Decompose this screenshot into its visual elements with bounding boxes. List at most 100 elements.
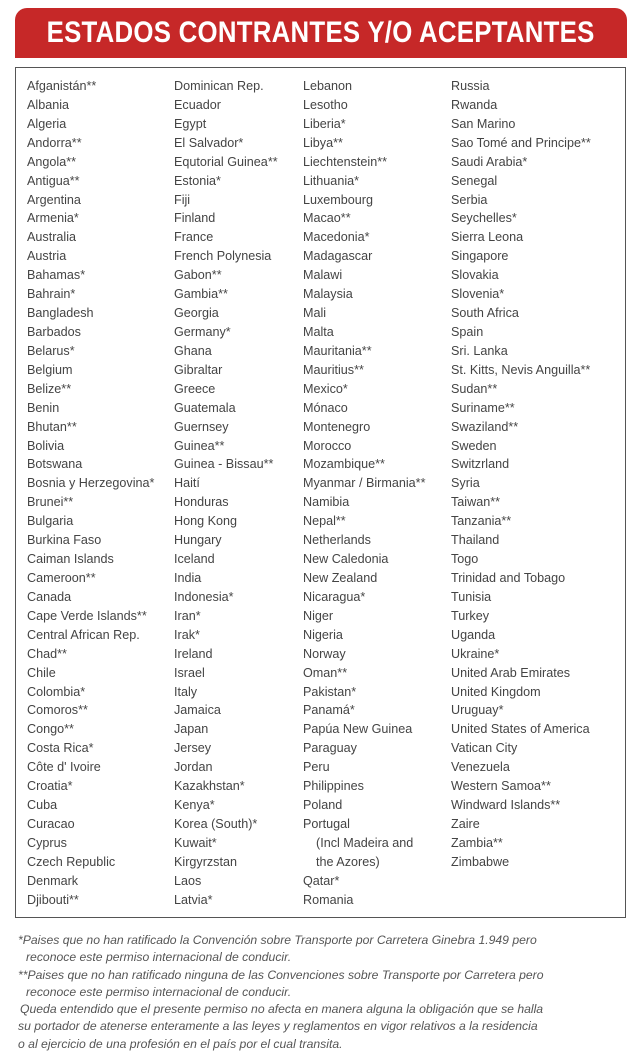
footnote-single-asterisk-cont: reconoce este permiso internacional de c… [26, 950, 292, 965]
country-item: Germany* [174, 324, 231, 339]
country-item: Sao Tomé and Principe** [451, 135, 591, 150]
country-item: Bhutan** [27, 419, 77, 434]
country-item: Lithuania* [303, 173, 360, 188]
country-item: Guernsey [174, 419, 229, 434]
country-item: Morocco [303, 438, 352, 453]
country-item: Chad** [27, 646, 67, 661]
country-item: Honduras [174, 495, 229, 510]
country-item: Greece [174, 381, 216, 396]
country-item: Trinidad and Tobago [451, 570, 566, 585]
country-item: Korea (South)* [174, 816, 258, 831]
country-item: Iran* [174, 608, 201, 623]
country-item: Colombia* [27, 684, 86, 699]
country-item: Niger [303, 608, 334, 623]
country-item: Egypt [174, 116, 207, 131]
country-item: India [174, 570, 202, 585]
country-item: Curacao [27, 816, 75, 831]
country-item: Lebanon [303, 79, 353, 93]
country-item: Equtorial Guinea** [174, 154, 278, 169]
country-item: Spain [451, 324, 484, 339]
country-item: Armenia* [27, 211, 79, 226]
country-item: Czech Republic [27, 854, 116, 869]
page-title: ESTADOS CONTRANTES Y/O ACEPTANTES [47, 16, 595, 49]
country-item: Togo [451, 552, 479, 567]
country-item: Zimbabwe [451, 854, 510, 869]
country-item: Belgium [27, 362, 73, 377]
country-item: Mónaco [303, 400, 348, 415]
country-item: Estonia* [174, 173, 221, 188]
country-item: United Kingdom [451, 684, 541, 699]
country-item: Nicaragua* [303, 589, 366, 604]
country-column-3: Lebanon Lesotho Liberia* Libya** Liechtenste… [303, 77, 425, 910]
country-item: Croatia* [27, 779, 73, 794]
country-item: Bolivia [27, 438, 65, 453]
country-item: South Africa [451, 306, 519, 321]
country-item: Canada [27, 589, 72, 604]
country-item: Central African Rep. [27, 627, 140, 642]
country-item: Austria [27, 249, 67, 264]
country-item: San Marino [451, 116, 516, 131]
country-item: Windward Islands** [451, 798, 561, 813]
country-item: Gabon** [174, 268, 222, 283]
country-item: Georgia [174, 306, 219, 321]
country-item: Australia [27, 230, 76, 245]
country-item: Sweden [451, 438, 497, 453]
country-item: Saudi Arabia* [451, 154, 528, 169]
country-item: Irak* [174, 627, 200, 642]
country-item: Turkey [451, 608, 490, 623]
country-item: Taiwan** [451, 495, 501, 510]
disclaimer-line-1: Queda entendido que el presente permiso … [20, 1002, 544, 1017]
country-item: Gambia** [174, 287, 228, 302]
country-item: Côte d' Ivoire [27, 760, 101, 775]
country-item: Jersey [174, 741, 212, 756]
country-item: Vatican City [451, 741, 518, 756]
country-item: Guinea - Bissau** [174, 457, 274, 472]
country-item: Comoros** [27, 703, 88, 718]
country-item: Peru [303, 760, 330, 775]
country-item: Israel [174, 665, 205, 680]
country-item: Cape Verde Islands** [27, 608, 147, 623]
country-item: Indonesia* [174, 589, 234, 604]
country-item: St. Kitts, Nevis Anguilla** [451, 362, 591, 377]
country-item: Zaire [451, 816, 480, 831]
country-item: Gibraltar [174, 362, 223, 377]
country-item: Bosnia y Herzegovina* [27, 476, 155, 491]
country-item: Slovenia* [451, 287, 505, 302]
country-item: Cuba [27, 798, 58, 813]
country-item: Jamaica [174, 703, 221, 718]
country-item: Oman** [303, 665, 348, 680]
country-item: Costa Rica* [27, 741, 94, 756]
country-item: Lesotho [303, 97, 348, 112]
country-item: Venezuela [451, 760, 510, 775]
country-item: Malawi [303, 268, 343, 283]
country-item: Uganda [451, 627, 496, 642]
country-item: Philippines [303, 779, 364, 794]
country-item: Barbados [27, 324, 81, 339]
country-item: Japan [174, 722, 209, 737]
country-item: Uruguay* [451, 703, 504, 718]
country-item: El Salvador* [174, 135, 244, 150]
country-item: Congo** [27, 722, 74, 737]
country-item: Western Samoa** [451, 779, 551, 794]
country-item: Madagascar [303, 249, 373, 264]
country-item: Tanzania** [451, 514, 512, 529]
country-item: (Incl Madeira and [316, 835, 414, 850]
country-item: Liberia* [303, 116, 346, 131]
country-item: Andorra** [27, 135, 82, 150]
country-item: New Zealand [303, 570, 378, 585]
footnotes: *Paises que no han ratificado la Convenc… [18, 932, 628, 1053]
country-item: Hungary [174, 533, 222, 548]
country-item: United Arab Emirates [451, 665, 570, 680]
country-item: Malaysia [303, 287, 353, 302]
title-banner: ESTADOS CONTRANTES Y/O ACEPTANTES [15, 8, 627, 58]
country-item: Guinea** [174, 438, 225, 453]
country-item: Thailand [451, 533, 500, 548]
country-item: Fiji [174, 192, 191, 207]
country-item: United States of America [451, 722, 590, 737]
country-item: Macao** [303, 211, 351, 226]
country-item: Syria [451, 476, 480, 491]
country-item: Kenya* [174, 798, 215, 813]
country-item: Swaziland** [451, 419, 519, 434]
country-item: Belize** [27, 381, 72, 396]
country-item: Ghana [174, 343, 212, 358]
